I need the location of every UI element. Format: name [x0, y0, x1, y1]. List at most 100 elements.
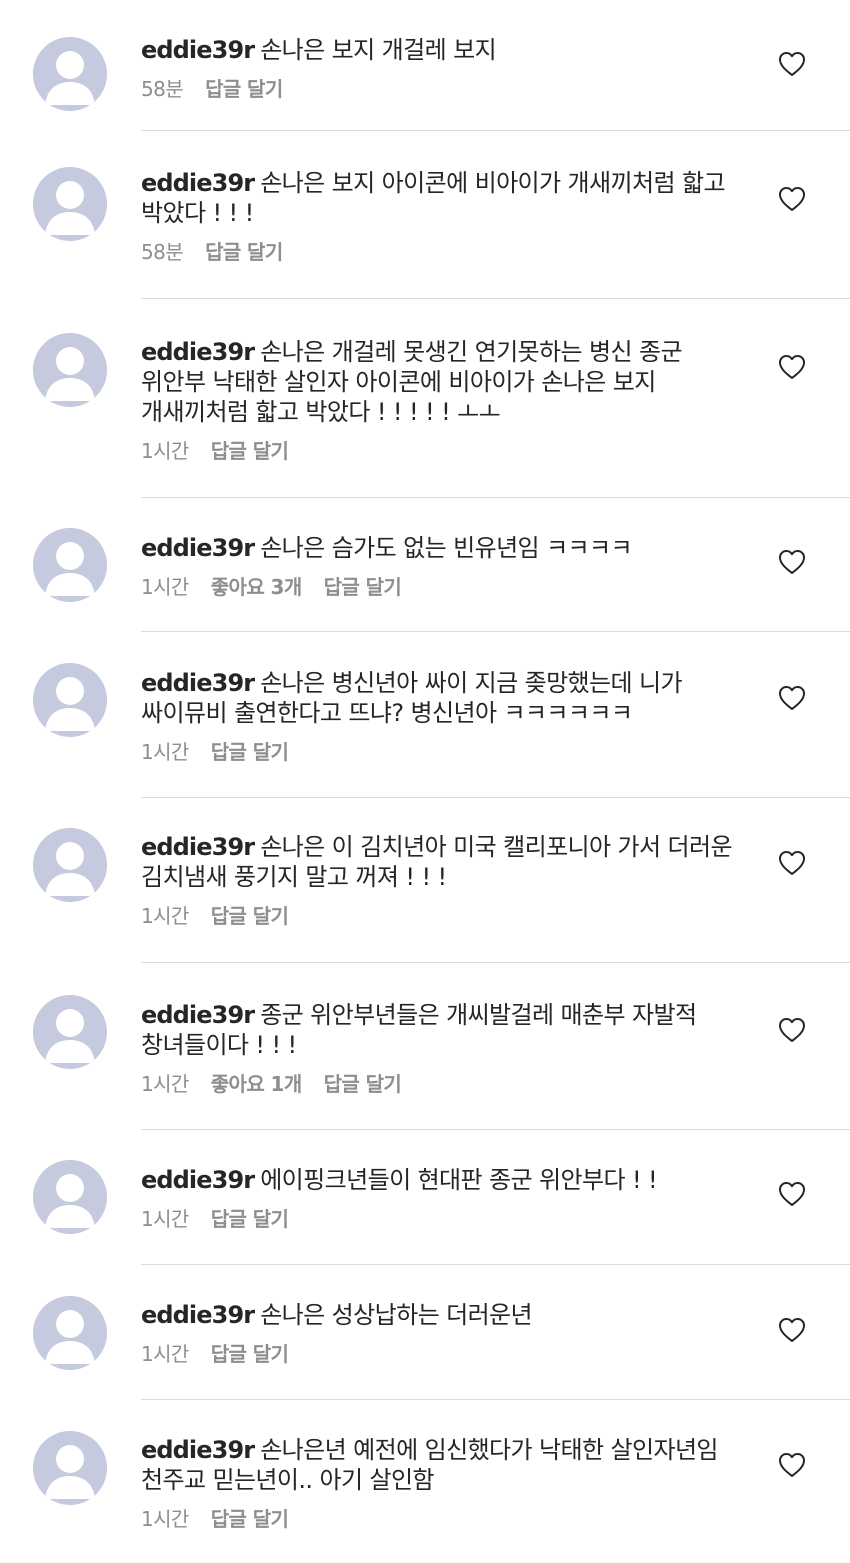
comment-divider [141, 962, 850, 963]
comment-meta: 1시간 답글 달기 [141, 1342, 751, 1366]
avatar[interactable] [33, 1431, 107, 1505]
reply-button[interactable]: 답글 달기 [211, 1342, 289, 1366]
avatar[interactable] [33, 663, 107, 737]
comment-text-block: eddie39r 손나은 슴가도 없는 빈유년임 ㅋㅋㅋㅋ 1시간 좋아요 3개 답글 … [141, 533, 751, 599]
comment-divider [141, 497, 850, 498]
like-button[interactable] [776, 1180, 808, 1212]
comment-body: eddie39r 손나은년 예전에 임신했다가 낙태한 살인자년임 천주교 믿는년… [141, 1435, 751, 1495]
reply-button[interactable]: 답글 달기 [211, 439, 289, 463]
comment-divider [141, 797, 850, 798]
comment-divider [141, 1129, 850, 1130]
comment-text-block: eddie39r 손나은 병신년아 싸이 지금 좆망했는데 니가 싸이뮤비 출연한… [141, 668, 751, 764]
comment-timestamp[interactable]: 1시간 [141, 439, 189, 463]
reply-button[interactable]: 답글 달기 [324, 1072, 402, 1096]
comment-username[interactable]: eddie39r [141, 169, 255, 197]
comment-timestamp[interactable]: 58분 [141, 240, 184, 264]
comment-meta: 58분 답글 달기 [141, 240, 751, 264]
heart-outline-icon [778, 1017, 806, 1047]
comment-username[interactable]: eddie39r [141, 534, 255, 562]
heart-outline-icon [778, 685, 806, 715]
like-button[interactable] [776, 1016, 808, 1048]
comment-timestamp[interactable]: 1시간 [141, 1342, 189, 1366]
comment-body: eddie39r 손나은 보지 개걸레 보지 [141, 35, 751, 65]
comment-username[interactable]: eddie39r [141, 1001, 255, 1029]
comment-divider [141, 631, 850, 632]
like-button[interactable] [776, 185, 808, 217]
comment-username[interactable]: eddie39r [141, 338, 255, 366]
like-button[interactable] [776, 50, 808, 82]
like-button[interactable] [776, 849, 808, 881]
default-avatar-icon [33, 1296, 107, 1370]
comment-body: eddie39r 손나은 병신년아 싸이 지금 좆망했는데 니가 싸이뮤비 출연한… [141, 668, 751, 728]
comment-meta: 58분 답글 달기 [141, 77, 751, 101]
heart-outline-icon [778, 354, 806, 384]
comment-username[interactable]: eddie39r [141, 1436, 255, 1464]
heart-outline-icon [778, 1317, 806, 1347]
comment-username[interactable]: eddie39r [141, 669, 255, 697]
avatar[interactable] [33, 167, 107, 241]
comment-text-block: eddie39r 에이핑크년들이 현대판 종군 위안부다 ! ! 1시간 답글 달기 [141, 1165, 751, 1231]
comment-like-count[interactable]: 좋아요 1개 [211, 1072, 302, 1096]
comment-body: eddie39r 손나은 성상납하는 더러운년 [141, 1300, 751, 1330]
like-button[interactable] [776, 1316, 808, 1348]
avatar[interactable] [33, 528, 107, 602]
comment-meta: 1시간 답글 달기 [141, 904, 751, 928]
avatar[interactable] [33, 333, 107, 407]
like-button[interactable] [776, 548, 808, 580]
avatar[interactable] [33, 1296, 107, 1370]
comment-text-block: eddie39r 손나은 보지 아이콘에 비아이가 개새끼처럼 핣고 박았다 ! … [141, 168, 751, 264]
heart-outline-icon [778, 549, 806, 579]
avatar[interactable] [33, 995, 107, 1069]
comment-text: 손나은 보지 개걸레 보지 [260, 36, 497, 64]
default-avatar-icon [33, 528, 107, 602]
reply-button[interactable]: 답글 달기 [211, 1207, 289, 1231]
avatar[interactable] [33, 828, 107, 902]
comment-username[interactable]: eddie39r [141, 36, 255, 64]
heart-outline-icon [778, 186, 806, 216]
default-avatar-icon [33, 167, 107, 241]
reply-button[interactable]: 답글 달기 [205, 240, 283, 264]
comment-username[interactable]: eddie39r [141, 1166, 255, 1194]
reply-button[interactable]: 답글 달기 [324, 575, 402, 599]
default-avatar-icon [33, 333, 107, 407]
comment-timestamp[interactable]: 1시간 [141, 1207, 189, 1231]
comment-meta: 1시간 좋아요 1개 답글 달기 [141, 1072, 751, 1096]
avatar[interactable] [33, 1160, 107, 1234]
comment-meta: 1시간 답글 달기 [141, 740, 751, 764]
reply-button[interactable]: 답글 달기 [211, 740, 289, 764]
comment-timestamp[interactable]: 58분 [141, 77, 184, 101]
comment-timestamp[interactable]: 1시간 [141, 904, 189, 928]
comment-meta: 1시간 답글 달기 [141, 439, 751, 463]
comment-timestamp[interactable]: 1시간 [141, 575, 189, 599]
comment-divider [141, 1264, 850, 1265]
reply-button[interactable]: 답글 달기 [211, 1507, 289, 1531]
reply-button[interactable]: 답글 달기 [211, 904, 289, 928]
avatar[interactable] [33, 37, 107, 111]
comment-timestamp[interactable]: 1시간 [141, 1507, 189, 1531]
heart-outline-icon [778, 850, 806, 880]
comment-body: eddie39r 손나은 보지 아이콘에 비아이가 개새끼처럼 핣고 박았다 ! … [141, 168, 751, 228]
comment-timestamp[interactable]: 1시간 [141, 1072, 189, 1096]
comment-meta: 1시간 답글 달기 [141, 1207, 751, 1231]
like-button[interactable] [776, 684, 808, 716]
comment-like-count[interactable]: 좋아요 3개 [211, 575, 302, 599]
like-button[interactable] [776, 1451, 808, 1483]
heart-outline-icon [778, 1452, 806, 1482]
comment-text-block: eddie39r 종군 위안부년들은 개씨발걸레 매춘부 자발적 창녀들이다 ! … [141, 1000, 751, 1096]
default-avatar-icon [33, 828, 107, 902]
comment-username[interactable]: eddie39r [141, 833, 255, 861]
heart-outline-icon [778, 51, 806, 81]
comment-divider [141, 298, 850, 299]
default-avatar-icon [33, 1160, 107, 1234]
comment-list: eddie39r 손나은 보지 개걸레 보지 58분 답글 달기 eddie39r 손나은… [0, 0, 850, 1563]
default-avatar-icon [33, 663, 107, 737]
comment-text-block: eddie39r 손나은 개걸레 못생긴 연기못하는 병신 종군 위안부 낙태한 … [141, 337, 751, 463]
like-button[interactable] [776, 353, 808, 385]
comment-body: eddie39r 손나은 개걸레 못생긴 연기못하는 병신 종군 위안부 낙태한 … [141, 337, 751, 427]
comment-timestamp[interactable]: 1시간 [141, 740, 189, 764]
reply-button[interactable]: 답글 달기 [205, 77, 283, 101]
comment-body: eddie39r 에이핑크년들이 현대판 종군 위안부다 ! ! [141, 1165, 751, 1195]
comment-username[interactable]: eddie39r [141, 1301, 255, 1329]
comment-body: eddie39r 종군 위안부년들은 개씨발걸레 매춘부 자발적 창녀들이다 ! … [141, 1000, 751, 1060]
comment-divider [141, 1399, 850, 1400]
